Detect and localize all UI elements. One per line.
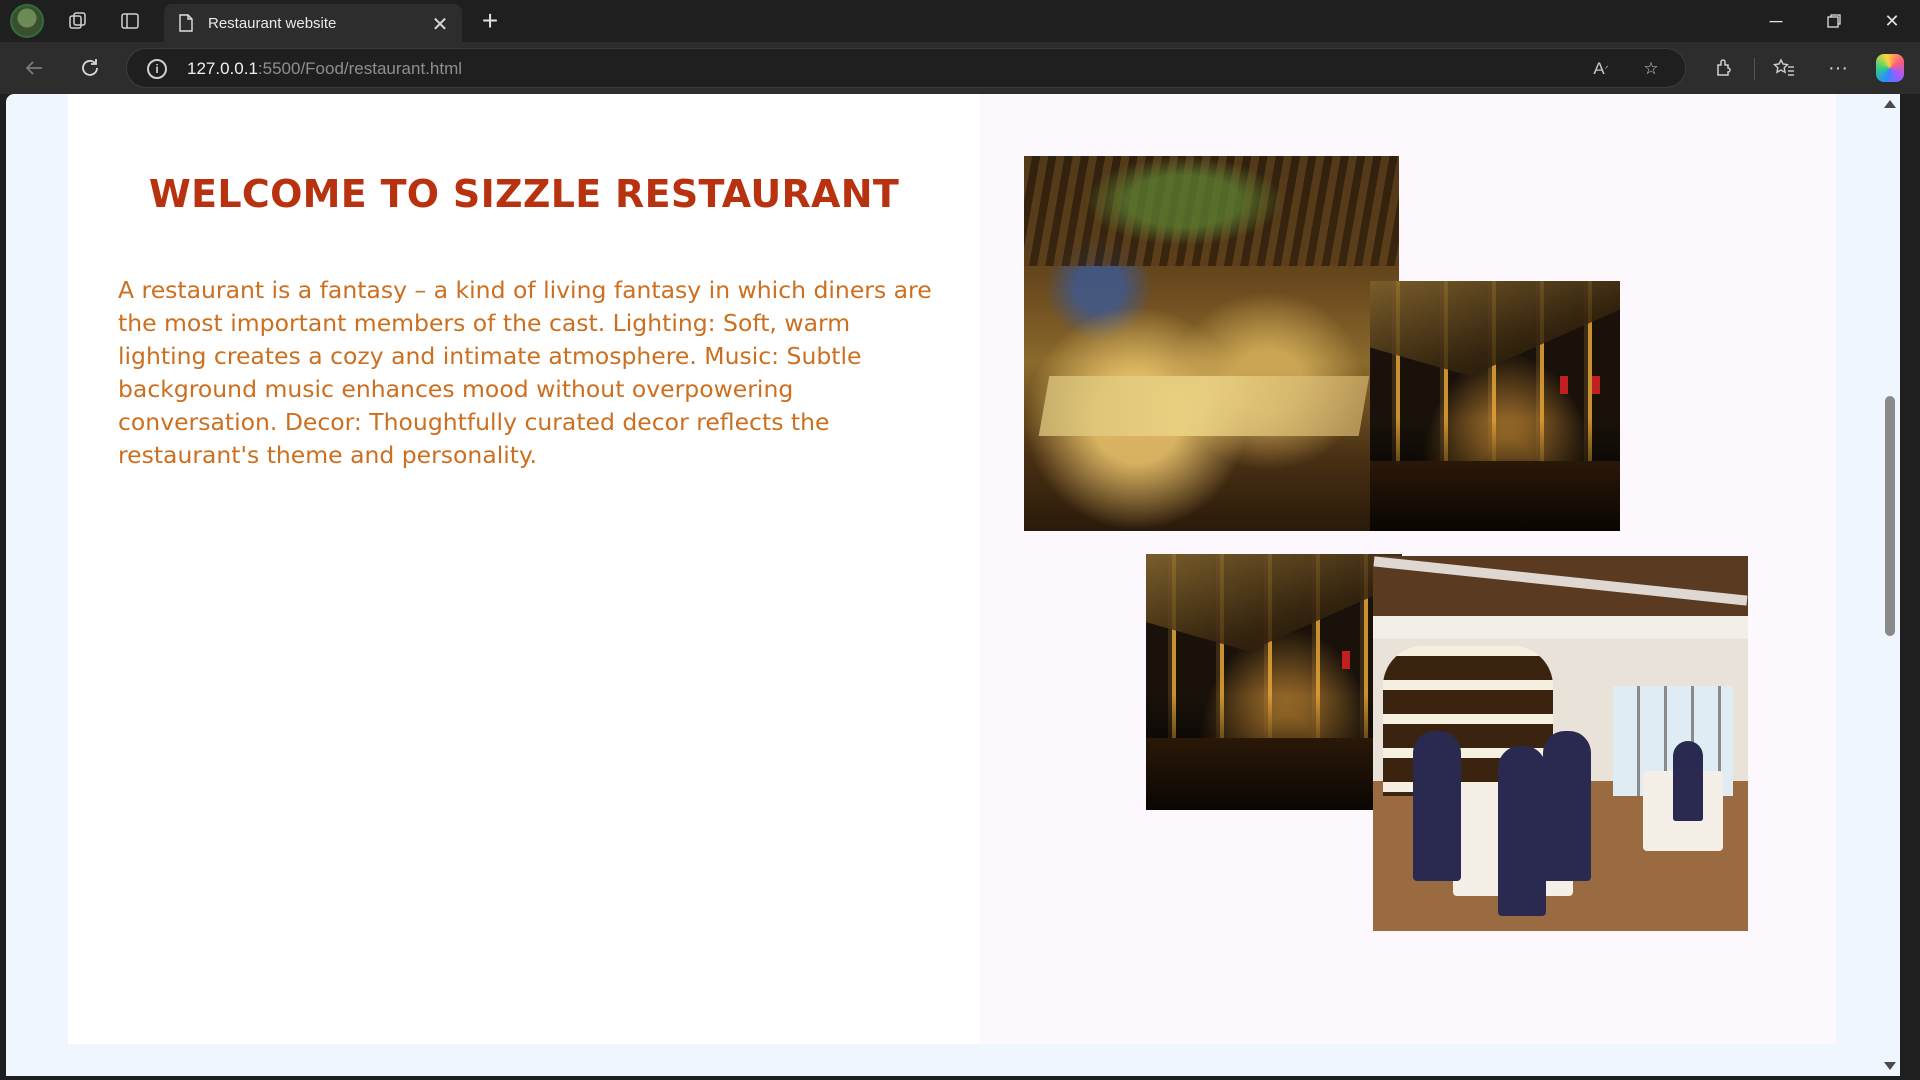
intro-paragraph: A restaurant is a fantasy – a kind of li… bbox=[118, 276, 932, 469]
read-aloud-icon[interactable]: Aᐟ bbox=[1587, 55, 1615, 83]
page-container: WELCOME TO SIZZLE RESTAURANT A restauran… bbox=[68, 94, 1836, 1044]
refresh-button[interactable] bbox=[72, 50, 108, 86]
url-text[interactable]: 127.0.0.1:5500/Food/restaurant.html bbox=[187, 59, 462, 79]
vertical-scrollbar[interactable] bbox=[1880, 94, 1900, 1076]
copilot-icon[interactable] bbox=[1876, 54, 1904, 82]
restore-button[interactable] bbox=[1806, 0, 1862, 42]
scroll-up-arrow[interactable] bbox=[1884, 100, 1896, 108]
favorites-icon[interactable] bbox=[1766, 50, 1802, 86]
gallery-section bbox=[980, 94, 1836, 1044]
close-window-button[interactable]: ✕ bbox=[1864, 0, 1920, 42]
restaurant-photo-bar bbox=[1370, 281, 1620, 531]
welcome-section: WELCOME TO SIZZLE RESTAURANT A restauran… bbox=[68, 94, 980, 1044]
tab-title: Restaurant website bbox=[208, 14, 337, 32]
page-viewport: WELCOME TO SIZZLE RESTAURANT A restauran… bbox=[6, 94, 1900, 1076]
restaurant-photo-bar-2 bbox=[1146, 554, 1402, 810]
minimize-button[interactable]: ─ bbox=[1748, 0, 1804, 42]
tab-restaurant-website[interactable]: Restaurant website ✕ bbox=[164, 4, 462, 42]
scrollbar-thumb[interactable] bbox=[1885, 396, 1895, 636]
vertical-tabs-icon[interactable] bbox=[110, 4, 150, 38]
workspaces-icon[interactable] bbox=[58, 4, 98, 38]
extensions-icon[interactable] bbox=[1706, 50, 1742, 86]
tab-close-icon[interactable]: ✕ bbox=[426, 10, 454, 38]
browser-titlebar: Restaurant website ✕ + ─ ✕ bbox=[0, 0, 1920, 42]
page-icon bbox=[179, 14, 193, 32]
toolbar-separator bbox=[1754, 58, 1755, 80]
favorite-star-icon[interactable]: ☆ bbox=[1637, 55, 1665, 83]
more-menu-icon[interactable]: ··· bbox=[1820, 50, 1856, 86]
back-button[interactable] bbox=[16, 50, 52, 86]
new-tab-button[interactable]: + bbox=[472, 4, 508, 38]
address-bar[interactable]: i 127.0.0.1:5500/Food/restaurant.html Aᐟ… bbox=[126, 48, 1686, 88]
restaurant-photo-dining-hall bbox=[1373, 556, 1748, 931]
page-heading: WELCOME TO SIZZLE RESTAURANT bbox=[148, 172, 900, 216]
scroll-down-arrow[interactable] bbox=[1884, 1062, 1896, 1070]
profile-avatar[interactable] bbox=[10, 4, 44, 38]
site-info-icon[interactable]: i bbox=[147, 59, 167, 79]
restaurant-photo-terrace bbox=[1024, 156, 1399, 531]
browser-toolbar: i 127.0.0.1:5500/Food/restaurant.html Aᐟ… bbox=[0, 42, 1920, 94]
